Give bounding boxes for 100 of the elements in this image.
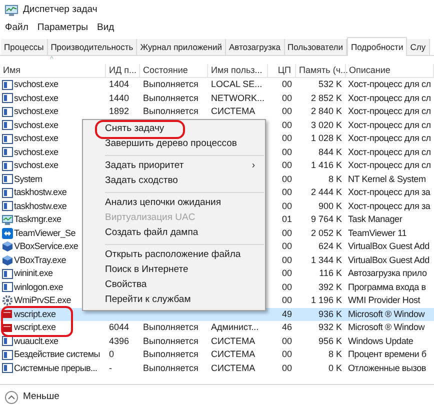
memory-value: 532 K <box>318 78 342 91</box>
process-name: svchost.exe <box>14 159 58 172</box>
process-status: Выполняется <box>142 105 198 118</box>
process-description: Microsoft ® Window <box>348 308 425 320</box>
process-name: VBoxService.exe <box>14 240 78 253</box>
memory-value: 2 852 K <box>310 92 342 104</box>
context-menu-item[interactable]: Завершить дерево процессов <box>83 137 265 152</box>
process-user: СИСТЕМА <box>210 105 256 118</box>
process-status: Выполняется <box>142 334 198 348</box>
process-id: 1404 <box>108 78 130 91</box>
cpu-value: 00 <box>282 146 292 158</box>
memory-value: 392 K <box>318 280 342 294</box>
column-header[interactable]: Память (ч... <box>299 64 348 78</box>
process-name: svchost.exe <box>14 146 58 158</box>
tab[interactable]: Слу <box>407 39 430 55</box>
cube-icon <box>2 241 13 252</box>
process-id: - <box>108 362 112 374</box>
window-icon <box>2 336 13 346</box>
process-description: Windows Update <box>348 334 414 348</box>
window-icon <box>2 363 13 374</box>
process-user: Админист... <box>210 321 259 334</box>
cpu-value: 00 <box>282 200 292 212</box>
collapse-icon[interactable] <box>5 391 18 404</box>
process-user: СИСТЕМА <box>210 334 256 348</box>
memory-value: 624 K <box>318 240 342 253</box>
tab[interactable]: Журнал приложений <box>137 39 226 55</box>
process-user: СИСТЕМА <box>210 348 256 361</box>
menu-item[interactable]: Файл <box>5 21 28 36</box>
cpu-value: 00 <box>282 280 292 294</box>
context-menu-item[interactable]: Задать сходство <box>83 174 265 189</box>
column-header[interactable]: Состояние <box>143 64 188 78</box>
context-menu-item[interactable]: Поиск в Интернете <box>83 263 265 278</box>
window-icon <box>2 350 13 360</box>
process-description: Task Manager <box>348 213 402 226</box>
tab[interactable]: Производительность <box>48 39 138 55</box>
process-description: Процент времени б <box>348 348 426 361</box>
memory-value: 1 344 K <box>310 254 342 266</box>
process-status: Выполняется <box>142 78 198 91</box>
process-name: svchost.exe <box>14 105 58 118</box>
process-name: TeamViewer_Se <box>14 226 76 240</box>
process-description: Хост-процесс для сл <box>348 159 431 172</box>
cube-icon <box>2 254 13 266</box>
process-name: Бездействие системы <box>14 348 100 361</box>
column-header[interactable]: Описание <box>349 64 390 78</box>
context-menu-item[interactable]: Снять задачу <box>83 122 265 137</box>
column-header[interactable]: Имя польз... <box>211 64 262 78</box>
cpu-value: 01 <box>282 213 292 226</box>
process-name: taskhostw.exe <box>14 200 67 212</box>
memory-value: 932 K <box>318 321 342 334</box>
tab[interactable]: Пользователи <box>284 39 348 55</box>
process-name: svchost.exe <box>14 92 58 104</box>
memory-value: 9 764 K <box>310 213 342 226</box>
process-description: VirtualBox Guest Add <box>348 254 430 266</box>
context-menu-item[interactable]: Открыть расположение файла <box>83 248 265 263</box>
process-description: Хост-процесс для сл <box>348 105 431 118</box>
menu-item[interactable]: Параметры <box>37 21 88 36</box>
context-menu-item[interactable]: Перейти к службам <box>83 293 265 308</box>
cpu-value: 00 <box>282 334 292 348</box>
process-description: WMI Provider Host <box>348 294 420 307</box>
menu-item[interactable]: Вид <box>97 21 114 36</box>
tab[interactable]: Автозагрузка <box>226 39 285 55</box>
process-description: Хост-процесс для сл <box>348 92 431 105</box>
cpu-value: 00 <box>282 362 292 374</box>
process-name: Taskmgr.exe <box>14 213 62 226</box>
process-description: VirtualBox Guest Add <box>348 240 430 253</box>
process-user: LOCAL SE... <box>210 78 262 91</box>
column-header[interactable]: ИД п... <box>109 64 136 78</box>
context-menu-item[interactable]: Создать файл дампа <box>83 226 265 241</box>
memory-value: 844 K <box>318 146 342 158</box>
cpu-value: 00 <box>282 159 292 172</box>
tab[interactable]: Подробности <box>347 37 408 56</box>
column-header[interactable]: ЦП <box>278 64 291 78</box>
column-header[interactable]: Имя <box>3 64 21 78</box>
process-name: svchost.exe <box>14 132 58 145</box>
process-status: Выполняется <box>142 362 198 374</box>
cpu-value: 00 <box>282 294 292 307</box>
process-description: TeamViewer 11 <box>348 226 407 240</box>
process-description: Программа входа в <box>348 280 426 294</box>
memory-value: 936 K <box>318 308 342 320</box>
cpu-value: 00 <box>282 226 292 240</box>
process-description: NT Kernel & System <box>348 172 426 186</box>
cpu-value: 00 <box>282 254 292 266</box>
process-status: Выполняется <box>142 348 198 361</box>
cpu-value: 00 <box>282 240 292 253</box>
context-menu-item[interactable]: Свойства <box>83 278 265 293</box>
memory-value: 0 K <box>328 362 342 374</box>
process-description: Хост-процесс для за <box>348 186 430 199</box>
process-name: System <box>14 172 42 186</box>
process-description: Хост-процесс для сл <box>348 132 431 145</box>
process-name: winlogon.exe <box>14 280 63 294</box>
process-name: taskhostw.exe <box>14 186 67 199</box>
collapse-link[interactable]: Меньше <box>23 390 60 405</box>
cpu-value: 49 <box>282 308 292 320</box>
cpu-value: 00 <box>282 186 292 199</box>
memory-value: 2 052 K <box>310 226 342 240</box>
context-menu-item[interactable]: Задать приоритет › <box>83 159 265 174</box>
process-status: Выполняется <box>142 92 198 104</box>
process-name: VBoxTray.exe <box>14 254 66 267</box>
tab[interactable]: Процессы <box>1 39 48 55</box>
window-icon <box>2 80 13 90</box>
